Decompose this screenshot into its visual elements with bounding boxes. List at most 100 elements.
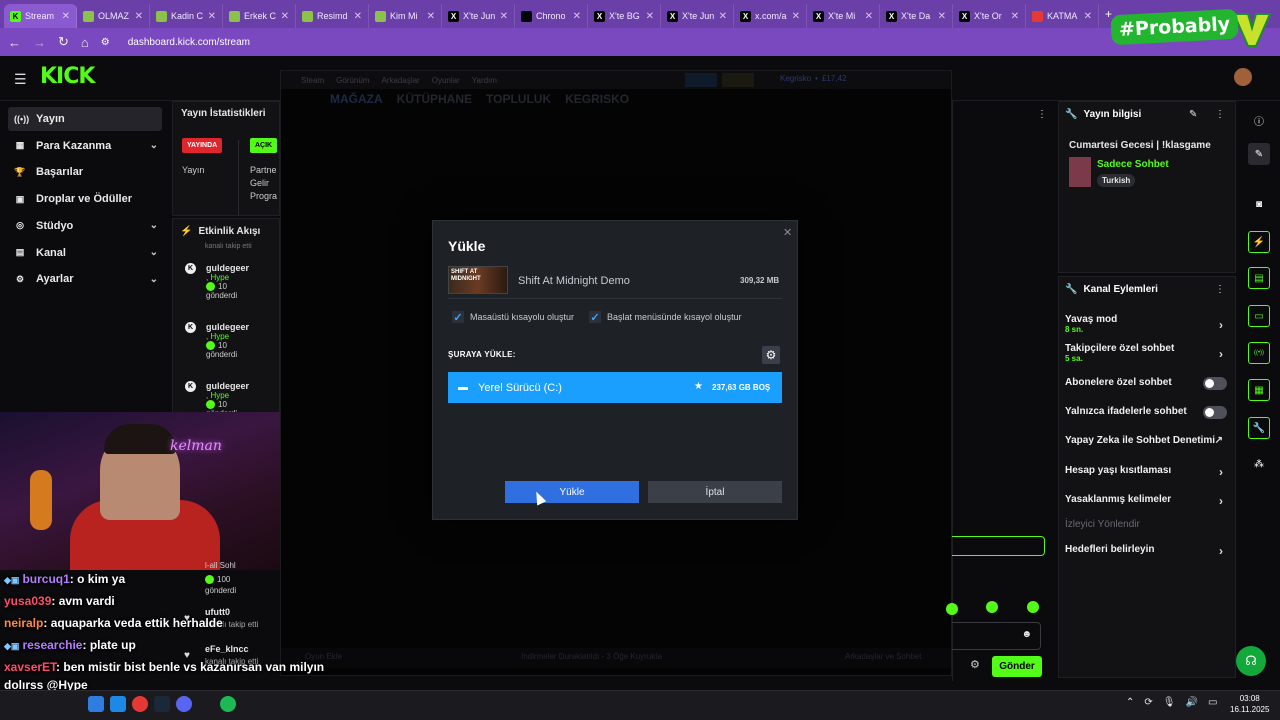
- browser-tab[interactable]: Kadin C ✕: [150, 4, 223, 28]
- send-button[interactable]: Gönder: [992, 656, 1042, 677]
- channel-action-item[interactable]: Yasaklanmış kelimeler ›: [1065, 494, 1227, 508]
- headset-icon[interactable]: ☊: [1236, 646, 1266, 676]
- chat-username[interactable]: burcuq1: [22, 572, 69, 586]
- menu-icon[interactable]: ☰: [14, 71, 27, 88]
- user-avatar[interactable]: [1234, 68, 1252, 86]
- browser-tab[interactable]: Kim Mi ✕: [369, 4, 442, 28]
- chat-settings-icon[interactable]: ⚙: [970, 658, 980, 671]
- channel-action-item[interactable]: Yapay Zeka ile Sohbet Denetimi ↗: [1065, 435, 1227, 446]
- steam-menu-item[interactable]: Arkadaşlar: [381, 76, 419, 85]
- browser-tab[interactable]: OLMAZ ✕: [77, 4, 150, 28]
- emote-icon[interactable]: [1027, 601, 1039, 613]
- install-button[interactable]: Yükle: [505, 481, 639, 503]
- browser-tab[interactable]: K Stream ✕: [4, 4, 77, 28]
- system-clock[interactable]: 03:08 16.11.2025: [1230, 693, 1269, 715]
- mic-icon[interactable]: 🎙: [1163, 697, 1176, 708]
- pencil-icon[interactable]: ✎: [1248, 143, 1270, 165]
- close-tab-icon[interactable]: ✕: [1084, 11, 1092, 22]
- layout-icon[interactable]: ▦: [1248, 379, 1270, 401]
- close-tab-icon[interactable]: ✕: [281, 11, 289, 22]
- broadcast-icon[interactable]: ((•)): [1248, 342, 1270, 364]
- browser-tab[interactable]: KATMA ✕: [1026, 4, 1099, 28]
- emote-icon[interactable]: [946, 603, 958, 615]
- cancel-button[interactable]: İptal: [648, 481, 782, 503]
- close-tab-icon[interactable]: ✕: [792, 11, 800, 22]
- chat-username[interactable]: xavserET: [4, 660, 56, 674]
- chrome-icon[interactable]: [132, 696, 148, 712]
- close-icon[interactable]: ✕: [783, 226, 792, 239]
- steam-nav-item[interactable]: KÜTÜPHANE: [397, 92, 472, 106]
- sidebar-item[interactable]: ▤ Kanal ⌄: [8, 241, 162, 265]
- close-tab-icon[interactable]: ✕: [1011, 11, 1019, 22]
- sidebar-item[interactable]: ◎ Stüdyo ⌄: [8, 214, 162, 238]
- channel-action-item[interactable]: Yavaş mod 8 sn. ›: [1065, 314, 1227, 334]
- kick-logo[interactable]: KICK: [40, 64, 95, 89]
- steam-announce-button[interactable]: [685, 73, 717, 87]
- channel-action-item[interactable]: Hesap yaşı kısıtlaması ›: [1065, 465, 1227, 479]
- nodes-icon[interactable]: ⁂: [1248, 453, 1270, 475]
- category-name[interactable]: Sadece Sohbet: [1097, 159, 1169, 170]
- sidebar-item[interactable]: ▣ Droplar ve Ödüller: [8, 187, 162, 211]
- startmenu-shortcut-checkbox[interactable]: ✓ Başlat menüsünde kısayol oluştur: [589, 311, 742, 324]
- close-tab-icon[interactable]: ✕: [719, 11, 727, 22]
- chat-username[interactable]: yusa039: [4, 594, 51, 608]
- edit-icon[interactable]: ✎: [1189, 109, 1197, 120]
- browser-tab[interactable]: Chrono ✕: [515, 4, 588, 28]
- browser-tab[interactable]: Erkek C ✕: [223, 4, 296, 28]
- more-icon[interactable]: ⋮: [1215, 109, 1225, 120]
- browser-tab[interactable]: X X'te Or ✕: [953, 4, 1026, 28]
- browser-tab[interactable]: X X'te BG ✕: [588, 4, 661, 28]
- steam-nav-item[interactable]: KEGRISKO: [565, 92, 629, 106]
- close-tab-icon[interactable]: ✕: [500, 11, 508, 22]
- bolt-icon[interactable]: ⚡: [1248, 231, 1270, 253]
- channel-action-item[interactable]: Yalnızca ifadelerle sohbet: [1065, 406, 1227, 419]
- browser-tab[interactable]: X X'te Jun ✕: [661, 4, 734, 28]
- downloads-status[interactable]: İndirmeler Duraklatıldı - 3 Öğe Kuyrukta: [521, 652, 662, 661]
- close-tab-icon[interactable]: ✕: [208, 11, 216, 22]
- chat-icon[interactable]: ▭: [1248, 305, 1270, 327]
- sidebar-item[interactable]: ((•)) Yayın: [8, 107, 162, 131]
- discord-icon[interactable]: [176, 696, 192, 712]
- more-icon[interactable]: ⋮: [1215, 284, 1225, 295]
- steam-menu-item[interactable]: Görünüm: [336, 76, 369, 85]
- close-tab-icon[interactable]: ✕: [354, 11, 362, 22]
- edge-icon[interactable]: [88, 696, 104, 712]
- chat-highlight-box[interactable]: [952, 536, 1045, 556]
- steam-notify-button[interactable]: [722, 73, 754, 87]
- browser-tab[interactable]: Xx.com/a ✕: [734, 4, 807, 28]
- channel-action-item[interactable]: Abonelere özel sohbet: [1065, 377, 1227, 390]
- home-icon[interactable]: ⌂: [81, 35, 89, 50]
- browser-tab[interactable]: X X'te Jun ✕: [442, 4, 515, 28]
- network-icon[interactable]: ▭: [1208, 697, 1217, 708]
- steam-menu-item[interactable]: Steam: [301, 76, 324, 85]
- emoji-icon[interactable]: ☻: [1021, 629, 1032, 640]
- steam-menu-item[interactable]: Yardım: [472, 76, 497, 85]
- forward-icon[interactable]: →: [33, 35, 46, 50]
- sidebar-item[interactable]: ⚙ Ayarlar ⌄: [8, 267, 162, 291]
- files-icon[interactable]: [110, 696, 126, 712]
- friends-chat-button[interactable]: Arkadaşlar ve Sohbet: [845, 652, 922, 661]
- close-tab-icon[interactable]: ✕: [135, 11, 143, 22]
- browser-tab[interactable]: X X'te Mi ✕: [807, 4, 880, 28]
- more-icon[interactable]: ⋮: [1037, 109, 1047, 120]
- url-input[interactable]: dashboard.kick.com/stream: [128, 37, 250, 48]
- sidebar-item[interactable]: 🏆 Başarılar: [8, 160, 162, 184]
- steam-nav-item[interactable]: TOPLULUK: [486, 92, 551, 106]
- chat-username[interactable]: researchie: [22, 638, 82, 652]
- spotify-icon[interactable]: [220, 696, 236, 712]
- close-tab-icon[interactable]: ✕: [938, 11, 946, 22]
- browser-tab[interactable]: Resimd ✕: [296, 4, 369, 28]
- gear-icon[interactable]: ⚙: [762, 346, 780, 364]
- browser-tab[interactable]: X X'te Da ✕: [880, 4, 953, 28]
- close-tab-icon[interactable]: ✕: [62, 11, 70, 22]
- close-tab-icon[interactable]: ✕: [865, 11, 873, 22]
- chat-username[interactable]: neiralp: [4, 616, 43, 630]
- emote-icon[interactable]: [986, 601, 998, 613]
- channel-action-item[interactable]: Hedefleri belirleyin ›: [1065, 544, 1227, 558]
- back-icon[interactable]: ←: [8, 35, 21, 50]
- chevron-up-icon[interactable]: ⌃: [1126, 697, 1134, 708]
- info-icon[interactable]: ⓘ: [1248, 109, 1270, 131]
- camera-icon[interactable]: ◙: [1248, 193, 1270, 215]
- steam-menu-item[interactable]: Oyunlar: [432, 76, 460, 85]
- reload-icon[interactable]: ↻: [58, 34, 69, 50]
